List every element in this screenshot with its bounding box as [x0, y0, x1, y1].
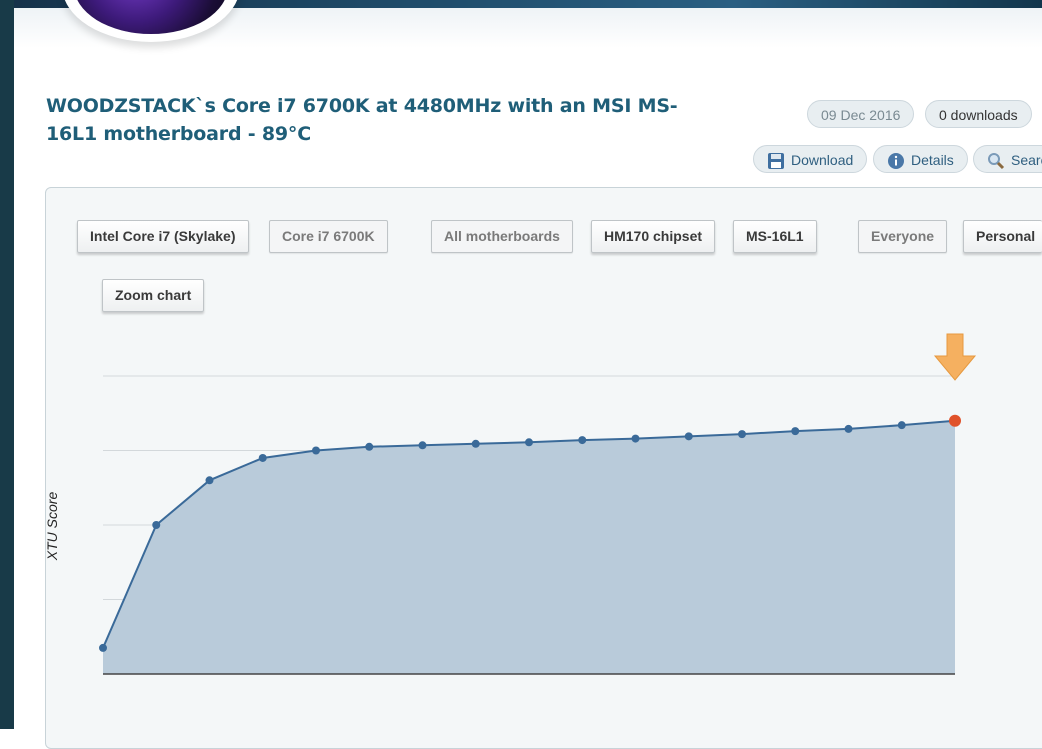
data-point[interactable]: [312, 446, 320, 455]
data-point[interactable]: [738, 430, 746, 439]
data-point[interactable]: [525, 438, 533, 447]
data-point[interactable]: [152, 521, 161, 529]
highlighted-data-point[interactable]: [949, 414, 961, 427]
xtu-score-chart: [99, 333, 977, 675]
y-axis-label: XTU Score: [44, 491, 60, 561]
data-point[interactable]: [578, 436, 587, 445]
series-area: [103, 420, 955, 674]
data-point[interactable]: [631, 434, 640, 443]
data-point[interactable]: [471, 439, 480, 448]
arrow-down-icon: [933, 333, 977, 381]
data-point[interactable]: [205, 476, 214, 485]
data-point[interactable]: [684, 432, 693, 441]
data-point[interactable]: [258, 453, 267, 462]
data-point[interactable]: [418, 441, 427, 450]
data-point[interactable]: [791, 427, 800, 436]
data-point[interactable]: [99, 643, 107, 652]
data-point[interactable]: [365, 442, 374, 451]
data-point[interactable]: [844, 424, 853, 433]
data-point[interactable]: [897, 421, 906, 430]
